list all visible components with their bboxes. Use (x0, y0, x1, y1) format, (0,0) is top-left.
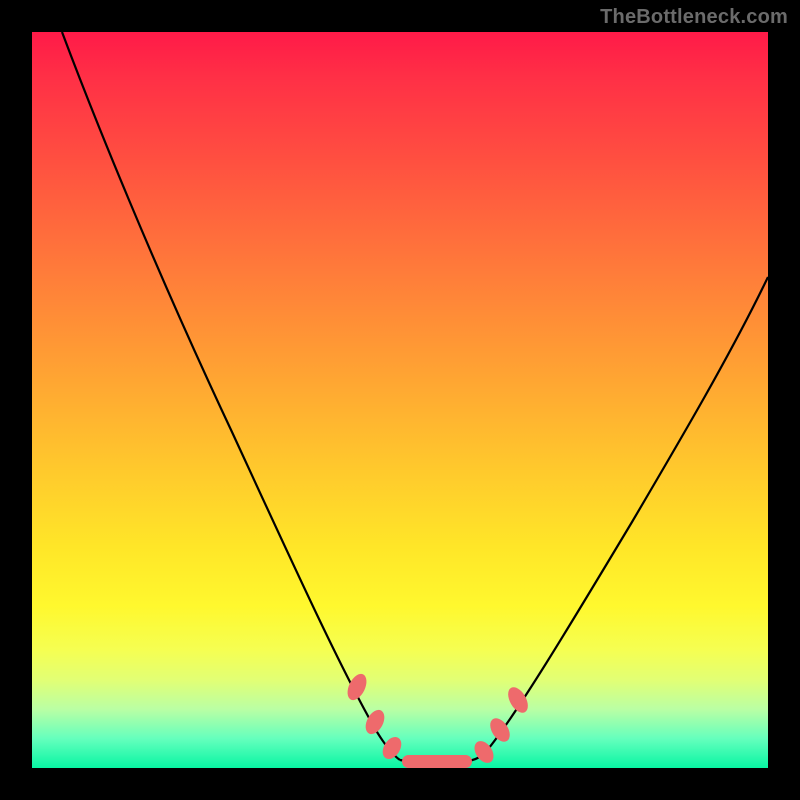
left-curve (62, 32, 400, 760)
marker (379, 734, 405, 763)
chart-frame: TheBottleneck.com (0, 0, 800, 800)
plot-area (32, 32, 768, 768)
marker-group (344, 671, 532, 768)
marker (402, 755, 472, 768)
chart-svg (32, 32, 768, 768)
right-curve (484, 277, 768, 754)
marker (504, 684, 532, 716)
watermark-text: TheBottleneck.com (600, 6, 788, 29)
